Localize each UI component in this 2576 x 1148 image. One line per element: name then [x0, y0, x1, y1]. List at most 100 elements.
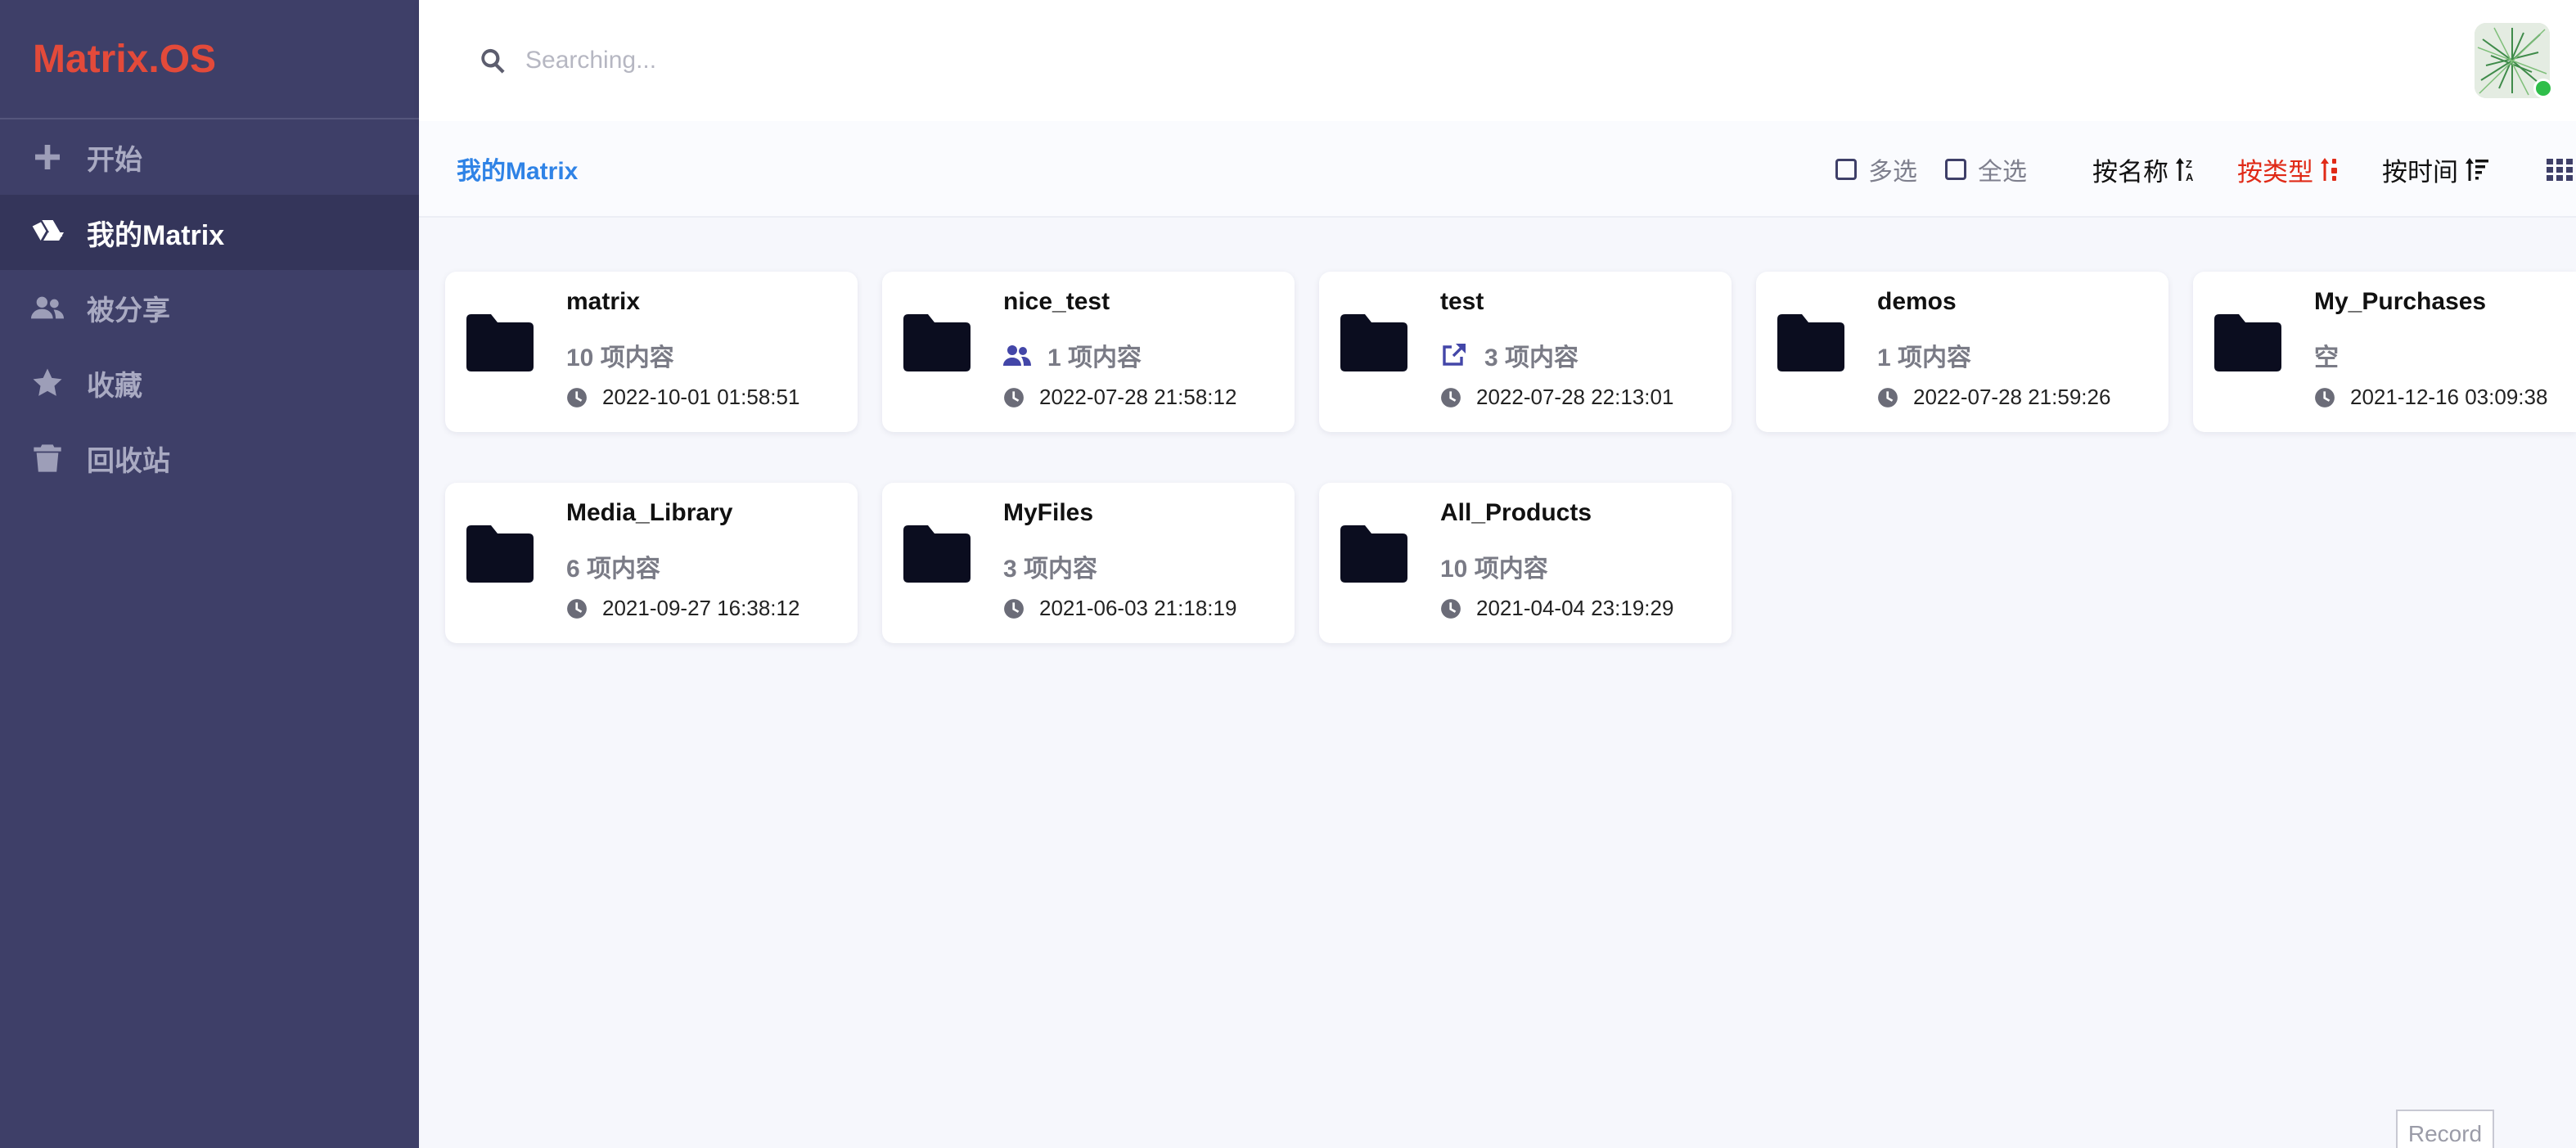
- sort-by-name-button[interactable]: 按名称 Z A: [2092, 151, 2200, 188]
- sort-type-icon: [2321, 158, 2337, 181]
- folder-time-text: 2022-07-28 21:59:26: [1913, 385, 2111, 409]
- folder-item-count-text: 空: [2314, 344, 2339, 371]
- folder-item-count: 3 项内容: [1440, 337, 1578, 373]
- folder-item-count-text: 1 项内容: [1877, 344, 1972, 371]
- users-icon: [29, 290, 65, 326]
- folder-card-myfiles[interactable]: MyFiles 3 项内容 2021-06-03 21:18:19: [882, 483, 1295, 643]
- sidebar-item-trash[interactable]: 回收站: [0, 421, 419, 496]
- folder-time-text: 2022-07-28 22:13:01: [1476, 385, 1674, 409]
- folder-card-media-library[interactable]: Media_Library 6 项内容 2021-09-27 16:38:12: [445, 483, 858, 643]
- folder-modified-time: 2022-10-01 01:58:51: [566, 385, 799, 410]
- plus-icon: [29, 139, 65, 175]
- folder-card-test[interactable]: test 3 项内容 2022-07-28 22:13:01: [1319, 272, 1732, 432]
- breadcrumb[interactable]: 我的Matrix: [457, 151, 578, 187]
- folder-icon: [1340, 525, 1407, 583]
- sidebar-item-my-matrix[interactable]: 我的Matrix: [0, 195, 419, 270]
- folder-icon: [466, 525, 534, 583]
- folder-item-count: 10 项内容: [1440, 548, 1548, 584]
- sidebar-item-favorites[interactable]: 收藏: [0, 345, 419, 421]
- folder-modified-time: 2021-12-16 03:09:38: [2314, 385, 2547, 410]
- trash-icon: [29, 440, 65, 476]
- folder-item-count-text: 1 项内容: [1047, 344, 1142, 371]
- svg-text:A: A: [2186, 171, 2194, 182]
- sort-label: 按类型: [2237, 157, 2313, 187]
- clock-icon: [1441, 598, 1461, 619]
- sort-label: 按名称: [2092, 157, 2168, 187]
- external-link-icon: [1443, 344, 1466, 366]
- sort-label: 按时间: [2382, 157, 2458, 187]
- folder-time-text: 2022-07-28 21:58:12: [1039, 385, 1237, 409]
- folder-card-demos[interactable]: demos 1 项内容 2022-07-28 21:59:26: [1756, 272, 2168, 432]
- folder-name: My_Purchases: [2314, 288, 2487, 315]
- folder-item-count: 1 项内容: [1003, 337, 1142, 373]
- folder-name: All_Products: [1440, 499, 1592, 526]
- folder-icon: [2214, 314, 2281, 371]
- folder-card-my-purchases[interactable]: My_Purchases 空 2021-12-16 03:09:38: [2193, 272, 2576, 432]
- folder-card-all-products[interactable]: All_Products 10 项内容 2021-04-04 23:19:29: [1319, 483, 1732, 643]
- sidebar-item-label: 开始: [87, 144, 142, 176]
- folder-time-text: 2021-04-04 23:19:29: [1476, 596, 1674, 620]
- select-all-checkbox[interactable]: 全选: [1945, 151, 2027, 187]
- folder-time-text: 2022-10-01 01:58:51: [602, 385, 800, 409]
- checkbox-label: 多选: [1868, 159, 1917, 186]
- toolbar-actions: 多选 全选 按名称 Z A 按类型 按时间: [1835, 121, 2576, 218]
- checkbox-box: [1945, 159, 1966, 180]
- folder-item-count-text: 3 项内容: [1484, 344, 1579, 371]
- folder-grid: matrix 10 项内容 2022-10-01 01:58:51 nice_t…: [419, 218, 2576, 1148]
- grid-view-icon[interactable]: [2547, 155, 2574, 183]
- folder-item-count: 10 项内容: [566, 337, 674, 373]
- users-icon: [1003, 345, 1031, 366]
- folder-item-count: 空: [2314, 337, 2339, 373]
- sort-by-time-button[interactable]: 按时间: [2382, 151, 2489, 188]
- folder-modified-time: 2022-07-28 22:13:01: [1440, 385, 1673, 410]
- top-bar: [419, 0, 2576, 121]
- app-logo[interactable]: Matrix.OS: [0, 0, 419, 119]
- folder-icon: [903, 314, 971, 371]
- folder-name: nice_test: [1003, 288, 1110, 315]
- sidebar-item-label: 回收站: [87, 445, 170, 477]
- search-input[interactable]: [525, 47, 1835, 74]
- clock-icon: [1004, 387, 1024, 407]
- clock-icon: [567, 387, 587, 407]
- folder-name: demos: [1877, 288, 1957, 315]
- folder-item-count: 3 项内容: [1003, 548, 1097, 584]
- record-button[interactable]: Record: [2396, 1110, 2494, 1148]
- folder-item-count-text: 6 项内容: [566, 556, 661, 583]
- folder-name: test: [1440, 288, 1484, 315]
- sidebar-item-label: 收藏: [87, 370, 142, 402]
- folder-modified-time: 2022-07-28 21:58:12: [1003, 385, 1236, 410]
- clock-icon: [1878, 387, 1898, 407]
- online-status-dot: [2533, 79, 2553, 98]
- clock-icon: [1004, 598, 1024, 619]
- drive-icon: [29, 214, 65, 250]
- search-icon[interactable]: [476, 44, 509, 77]
- sidebar-item-label: 被分享: [87, 295, 170, 326]
- sidebar: Matrix.OS 开始 我的Matrix 被分享 收藏 回收站: [0, 0, 419, 1148]
- folder-modified-time: 2022-07-28 21:59:26: [1877, 385, 2110, 410]
- folder-icon: [1777, 314, 1844, 371]
- folder-item-count-text: 10 项内容: [1440, 556, 1548, 583]
- folder-icon: [903, 525, 971, 583]
- sort-by-type-button[interactable]: 按类型: [2237, 151, 2344, 188]
- folder-modified-time: 2021-09-27 16:38:12: [566, 596, 799, 621]
- folder-card-nice-test[interactable]: nice_test 1 项内容 2022-07-28 21:58:12: [882, 272, 1295, 432]
- folder-time-text: 2021-12-16 03:09:38: [2350, 385, 2548, 409]
- folder-item-count: 6 项内容: [566, 548, 660, 584]
- folder-time-text: 2021-09-27 16:38:12: [602, 596, 800, 620]
- folder-modified-time: 2021-04-04 23:19:29: [1440, 596, 1673, 621]
- folder-name: MyFiles: [1003, 499, 1094, 526]
- folder-name: matrix: [566, 288, 641, 315]
- multi-select-checkbox[interactable]: 多选: [1835, 151, 1917, 187]
- sidebar-item-shared[interactable]: 被分享: [0, 270, 419, 345]
- clock-icon: [2315, 387, 2335, 407]
- folder-item-count-text: 3 项内容: [1003, 556, 1098, 583]
- sidebar-item-start[interactable]: 开始: [0, 119, 419, 195]
- folder-name: Media_Library: [566, 499, 733, 526]
- sidebar-item-label: 我的Matrix: [87, 219, 225, 251]
- folder-card-matrix[interactable]: matrix 10 项内容 2022-10-01 01:58:51: [445, 272, 858, 432]
- svg-text:Z: Z: [2186, 158, 2192, 170]
- clock-icon: [567, 598, 587, 619]
- folder-item-count: 1 项内容: [1877, 337, 1971, 373]
- sort-amount-icon: [2466, 158, 2488, 181]
- folder-icon: [466, 314, 534, 371]
